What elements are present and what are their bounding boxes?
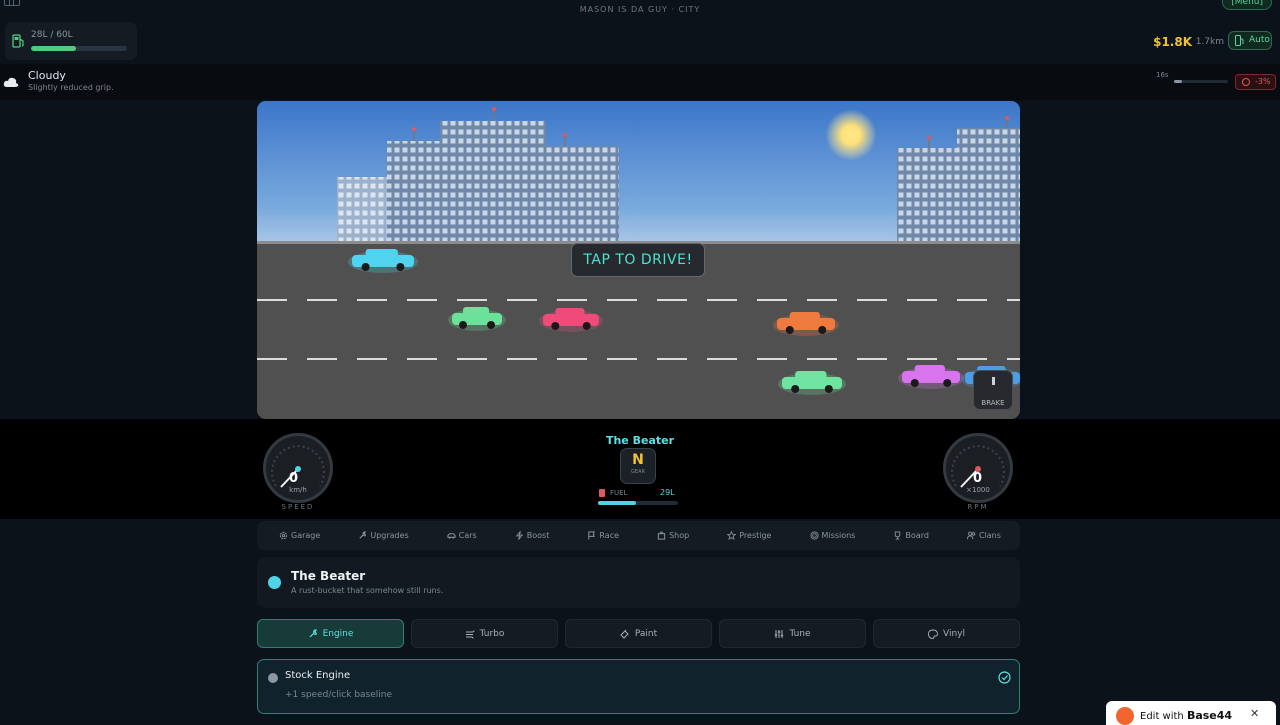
nav-upgrades[interactable]: Upgrades bbox=[358, 521, 409, 550]
rpm-label: RPM bbox=[967, 503, 989, 511]
weather-timer-bar bbox=[1174, 80, 1228, 83]
traffic-car bbox=[448, 307, 506, 331]
trophy-icon bbox=[895, 531, 901, 540]
upgrade-title: Stock Engine bbox=[285, 670, 351, 681]
nav-race[interactable]: Race bbox=[587, 521, 619, 550]
fuel-card: 28L / 60L bbox=[5, 22, 137, 60]
game-canvas[interactable]: TAP TO DRIVE! BRAKE bbox=[257, 101, 1020, 419]
tap-to-drive-prompt[interactable]: TAP TO DRIVE! bbox=[571, 243, 705, 277]
tab-vinyl[interactable]: Vinyl bbox=[873, 619, 1020, 648]
nav-cars[interactable]: Cars bbox=[447, 521, 477, 550]
gear-label: GEAR bbox=[631, 469, 645, 475]
traffic-car bbox=[539, 308, 603, 332]
speed-label: SPEED bbox=[281, 503, 315, 511]
auto-button[interactable]: Auto bbox=[1228, 31, 1272, 50]
fuel-pump-icon bbox=[1235, 35, 1244, 46]
tab-paint[interactable]: Paint bbox=[565, 619, 712, 648]
dashboard-fuel-fill bbox=[598, 501, 636, 505]
upgrade-description: +1 speed/click baseline bbox=[285, 690, 393, 700]
fuel-bar-fill bbox=[31, 46, 77, 51]
weather-timer-fill bbox=[1174, 80, 1183, 83]
nav-clans[interactable]: Clans bbox=[966, 521, 1001, 550]
fuel-pump-icon bbox=[12, 34, 24, 48]
traffic-car bbox=[898, 365, 964, 389]
check-circle-icon bbox=[998, 671, 1011, 684]
fuel-bar bbox=[31, 46, 127, 51]
star-icon bbox=[727, 531, 737, 540]
speed-value: 0 bbox=[289, 471, 299, 486]
main-nav: Garage Upgrades Cars Boost Race Shop Pre… bbox=[257, 521, 1020, 550]
tachometer: 0 ×1000 bbox=[943, 433, 1013, 503]
traffic-car bbox=[773, 312, 839, 336]
fuel-icon bbox=[599, 489, 605, 497]
upgrade-item-stock-engine[interactable]: Stock Engine +1 speed/click baseline bbox=[257, 659, 1020, 714]
dashboard-fuel-label: FUEL bbox=[610, 489, 628, 497]
game-title: MASON IS DA GUY · CITY bbox=[579, 5, 701, 14]
dashboard-fuel-value: 29L bbox=[660, 488, 675, 497]
tab-tune[interactable]: Tune bbox=[719, 619, 866, 648]
wind-icon bbox=[465, 629, 475, 639]
wrench-icon bbox=[359, 531, 367, 539]
weather-title: Cloudy bbox=[28, 69, 66, 82]
menu-button[interactable]: [Menu] bbox=[1222, 0, 1272, 10]
target-icon bbox=[809, 531, 819, 540]
nav-board[interactable]: Board bbox=[893, 521, 929, 550]
rpm-unit: ×1000 bbox=[966, 486, 990, 494]
speed-unit: km/h bbox=[289, 486, 307, 494]
car-icon bbox=[447, 533, 456, 539]
weather-description: Slightly reduced grip. bbox=[28, 83, 114, 92]
users-icon bbox=[966, 531, 976, 540]
nav-boost[interactable]: Boost bbox=[515, 521, 549, 550]
gear-icon bbox=[279, 531, 288, 540]
distance-counter: 1.7km bbox=[1195, 37, 1224, 47]
money-counter: $1.8K bbox=[1153, 35, 1192, 49]
car-info-card: The Beater A rust-bucket that somehow st… bbox=[257, 557, 1020, 608]
auto-button-label: Auto bbox=[1249, 35, 1270, 45]
base44-logo-icon bbox=[1116, 707, 1134, 725]
palette-icon bbox=[928, 629, 938, 639]
paint-icon bbox=[620, 629, 629, 639]
nav-missions[interactable]: Missions bbox=[809, 521, 855, 550]
badge-text: Edit with Base44 bbox=[1140, 709, 1233, 722]
nav-shop[interactable]: Shop bbox=[657, 521, 689, 550]
nav-garage[interactable]: Garage bbox=[279, 521, 320, 550]
sliders-icon bbox=[775, 629, 784, 638]
flag-icon bbox=[588, 531, 596, 540]
gear-indicator: N GEAR bbox=[620, 448, 656, 484]
target-icon bbox=[1242, 78, 1250, 86]
dashboard-car-name: The Beater bbox=[605, 434, 675, 447]
car-color-dot bbox=[268, 576, 281, 589]
wrench-icon bbox=[309, 628, 317, 637]
brake-label: BRAKE bbox=[981, 399, 1005, 407]
dashboard-fuel-bar bbox=[598, 501, 678, 505]
nav-prestige[interactable]: Prestige bbox=[727, 521, 771, 550]
bolt-icon bbox=[515, 531, 523, 540]
gear-value: N bbox=[632, 452, 644, 468]
weather-timer: 16s bbox=[1156, 71, 1169, 79]
traffic-car bbox=[778, 371, 846, 395]
car-description: A rust-bucket that somehow still runs. bbox=[291, 586, 444, 595]
grip-penalty-badge: -3% bbox=[1235, 74, 1276, 90]
close-icon[interactable]: ✕ bbox=[1250, 707, 1259, 720]
fuel-amount: 28L / 60L bbox=[31, 30, 73, 40]
traffic-car bbox=[348, 249, 418, 273]
tab-engine[interactable]: Engine bbox=[257, 619, 404, 648]
weather-bar bbox=[0, 64, 1280, 100]
edit-with-base44-badge[interactable]: Edit with Base44 ✕ bbox=[1106, 701, 1276, 725]
cloud-icon bbox=[3, 77, 19, 87]
brake-button[interactable]: BRAKE bbox=[973, 370, 1013, 410]
grip-penalty-value: -3% bbox=[1255, 77, 1271, 86]
speedometer: 0 km/h bbox=[263, 433, 333, 503]
tab-turbo[interactable]: Turbo bbox=[411, 619, 558, 648]
shop-icon bbox=[657, 531, 666, 540]
car-title: The Beater bbox=[291, 569, 366, 583]
upgrade-status-dot bbox=[268, 673, 278, 683]
rpm-value: 0 bbox=[973, 471, 983, 486]
